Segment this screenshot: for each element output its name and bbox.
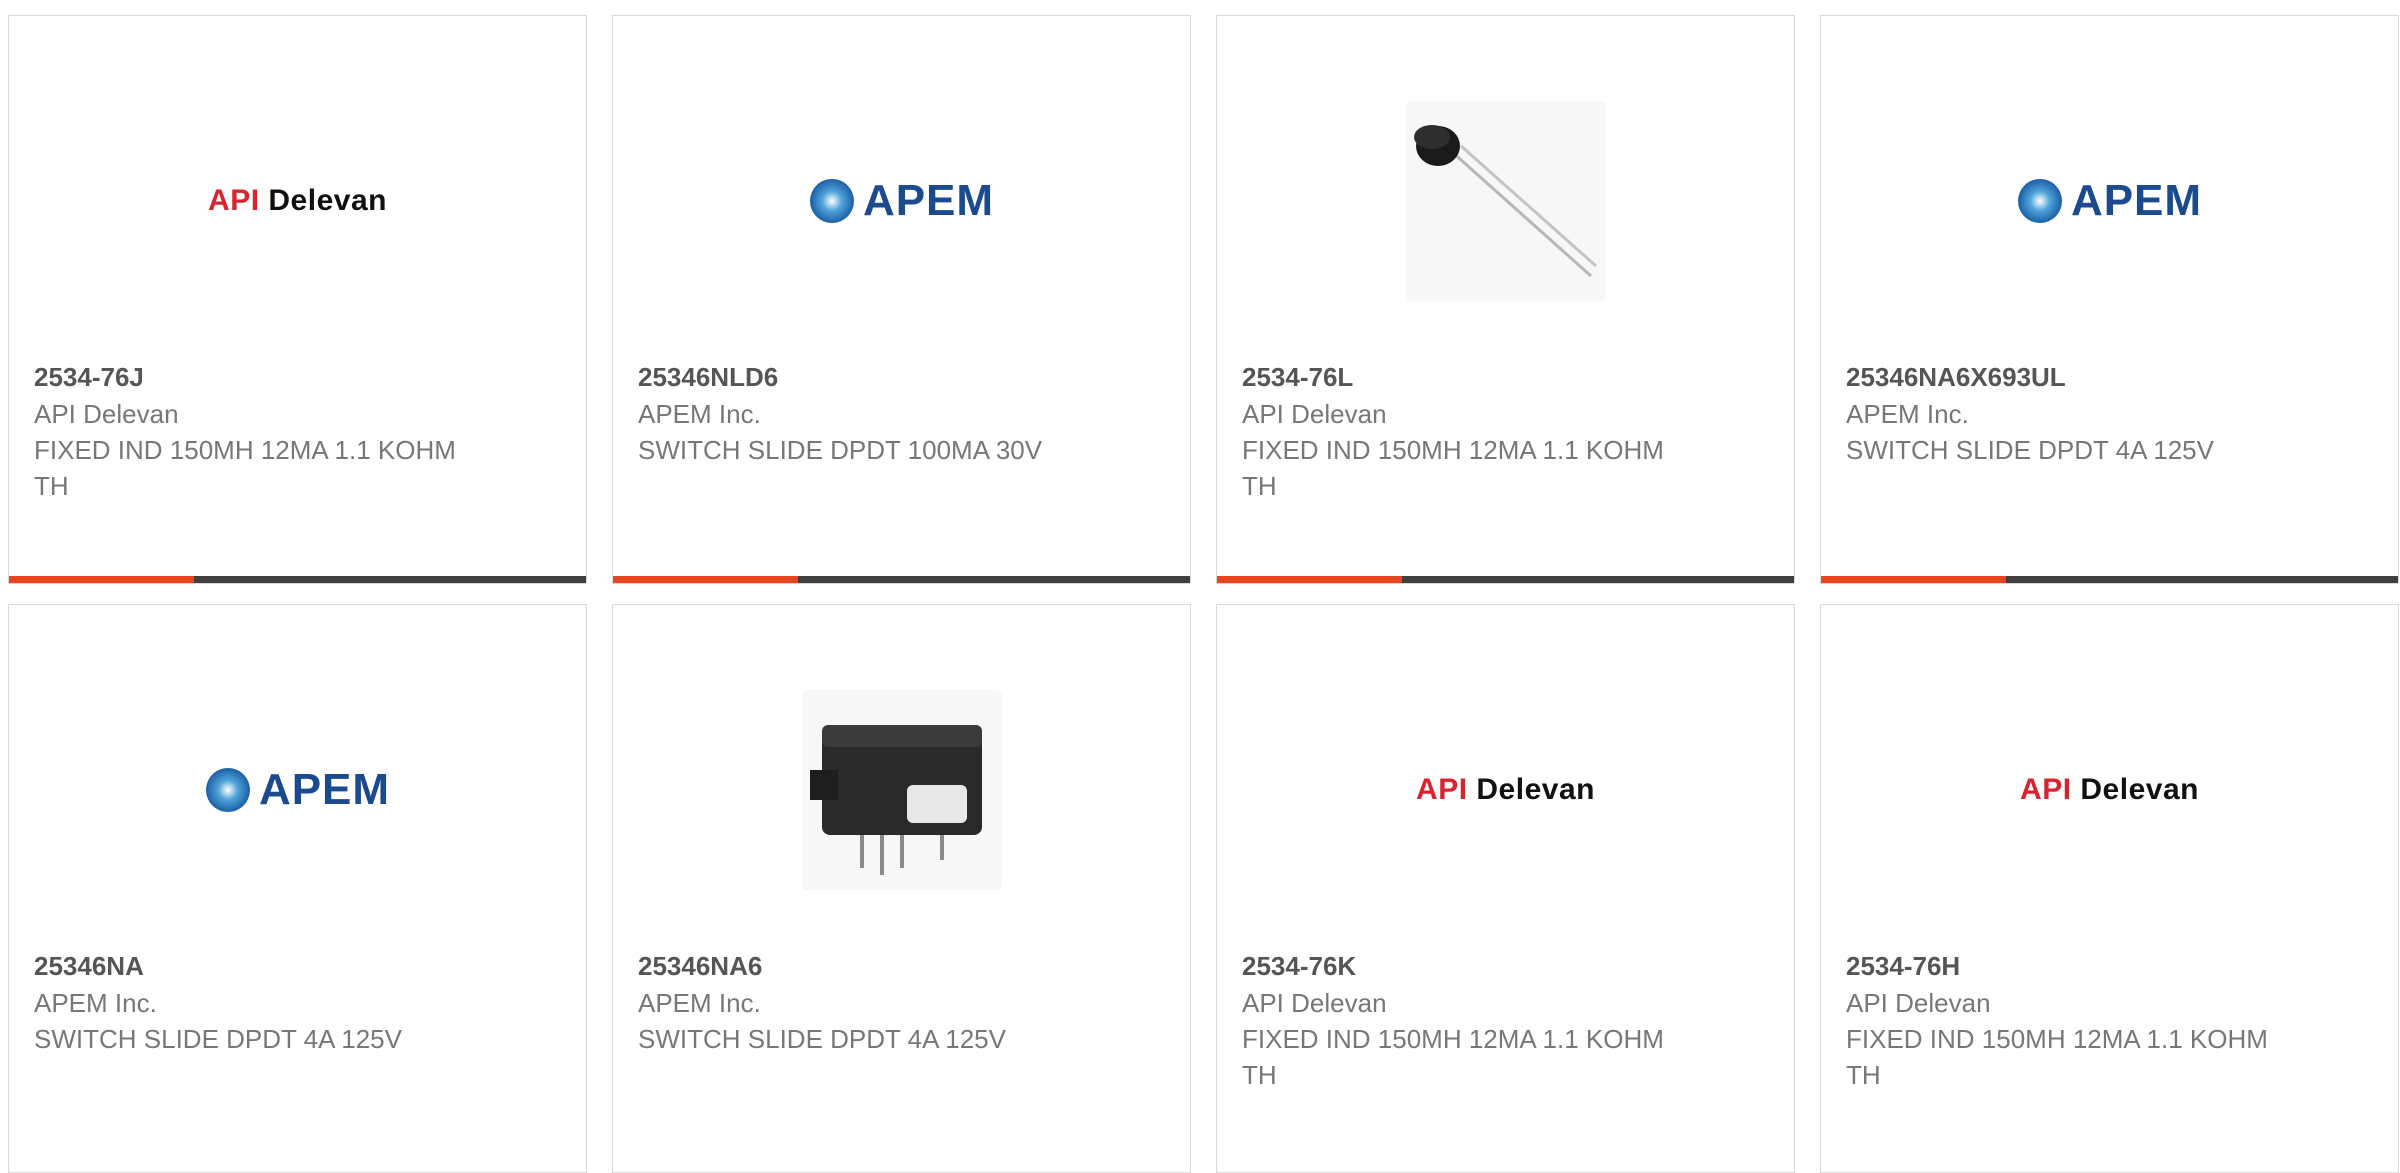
product-info: 25346NA6X693UL APEM Inc. SWITCH SLIDE DP… [1846, 358, 2373, 468]
manufacturer-name: APEM Inc. [638, 988, 761, 1018]
manufacturer-name: API Delevan [1242, 399, 1387, 429]
part-number[interactable]: 2534-76L [1242, 358, 1769, 396]
part-number[interactable]: 2534-76H [1846, 947, 2373, 985]
card-progress-bar [613, 576, 1190, 583]
card-progress-bar [9, 576, 586, 583]
apem-globe-icon [205, 768, 250, 812]
product-image[interactable] [613, 665, 1190, 915]
product-image[interactable] [1217, 76, 1794, 326]
part-number[interactable]: 25346NLD6 [638, 358, 1165, 396]
product-card[interactable]: API Delevan 2534-76K API Delevan FIXED I… [1216, 604, 1795, 1173]
product-card[interactable]: API Delevan 2534-76H API Delevan FIXED I… [1820, 604, 2399, 1173]
product-image[interactable]: APEM [1821, 76, 2398, 326]
product-description: SWITCH SLIDE DPDT 100MA 30V [638, 435, 1043, 465]
api-delevan-logo: API Delevan [2020, 773, 2199, 806]
slide-switch-photo [801, 690, 1002, 890]
product-description: FIXED IND 150MH 12MA 1.1 KOHM TH [1242, 1024, 1664, 1090]
part-number[interactable]: 25346NA6 [638, 947, 1165, 985]
apem-globe-icon [809, 179, 854, 223]
product-card[interactable]: API Delevan 2534-76J API Delevan FIXED I… [8, 15, 587, 584]
api-delevan-logo: API Delevan [208, 184, 387, 217]
card-progress-bar [1821, 576, 2398, 583]
product-image[interactable]: API Delevan [1821, 665, 2398, 915]
product-description: SWITCH SLIDE DPDT 4A 125V [34, 1024, 402, 1054]
product-description: FIXED IND 150MH 12MA 1.1 KOHM TH [34, 435, 456, 501]
part-number[interactable]: 2534-76K [1242, 947, 1769, 985]
product-info: 2534-76L API Delevan FIXED IND 150MH 12M… [1242, 358, 1769, 504]
part-number[interactable]: 25346NA6X693UL [1846, 358, 2373, 396]
apem-logo: APEM [2017, 176, 2202, 226]
apem-globe-icon [2017, 179, 2062, 223]
product-card[interactable]: 2534-76L API Delevan FIXED IND 150MH 12M… [1216, 15, 1795, 584]
product-image[interactable]: APEM [9, 665, 586, 915]
manufacturer-name: API Delevan [1242, 988, 1387, 1018]
part-number[interactable]: 25346NA [34, 947, 561, 985]
product-image[interactable]: API Delevan [9, 76, 586, 326]
product-info: 25346NLD6 APEM Inc. SWITCH SLIDE DPDT 10… [638, 358, 1165, 468]
product-info: 2534-76H API Delevan FIXED IND 150MH 12M… [1846, 947, 2373, 1093]
product-description: FIXED IND 150MH 12MA 1.1 KOHM TH [1846, 1024, 2268, 1090]
card-progress-accent [1821, 576, 2006, 583]
inductor-photo [1405, 101, 1606, 301]
card-progress-accent [9, 576, 194, 583]
product-card[interactable]: 25346NA6 APEM Inc. SWITCH SLIDE DPDT 4A … [612, 604, 1191, 1173]
part-number[interactable]: 2534-76J [34, 358, 561, 396]
api-delevan-logo: API Delevan [1416, 773, 1595, 806]
manufacturer-name: APEM Inc. [1846, 399, 1969, 429]
product-info: 2534-76K API Delevan FIXED IND 150MH 12M… [1242, 947, 1769, 1093]
product-image[interactable]: APEM [613, 76, 1190, 326]
card-progress-bar [1217, 576, 1794, 583]
manufacturer-name: API Delevan [34, 399, 179, 429]
product-description: FIXED IND 150MH 12MA 1.1 KOHM TH [1242, 435, 1664, 501]
product-grid: API Delevan 2534-76J API Delevan FIXED I… [8, 15, 2399, 1173]
product-description: SWITCH SLIDE DPDT 4A 125V [1846, 435, 2214, 465]
product-info: 25346NA6 APEM Inc. SWITCH SLIDE DPDT 4A … [638, 947, 1165, 1057]
manufacturer-name: API Delevan [1846, 988, 1991, 1018]
apem-logo: APEM [205, 765, 390, 815]
product-card[interactable]: APEM 25346NA APEM Inc. SWITCH SLIDE DPDT… [8, 604, 587, 1173]
product-description: SWITCH SLIDE DPDT 4A 125V [638, 1024, 1006, 1054]
manufacturer-name: APEM Inc. [638, 399, 761, 429]
apem-logo: APEM [809, 176, 994, 226]
manufacturer-name: APEM Inc. [34, 988, 157, 1018]
card-progress-accent [1217, 576, 1402, 583]
product-card[interactable]: APEM 25346NA6X693UL APEM Inc. SWITCH SLI… [1820, 15, 2399, 584]
product-image[interactable]: API Delevan [1217, 665, 1794, 915]
card-progress-accent [613, 576, 798, 583]
product-info: 2534-76J API Delevan FIXED IND 150MH 12M… [34, 358, 561, 504]
product-card[interactable]: APEM 25346NLD6 APEM Inc. SWITCH SLIDE DP… [612, 15, 1191, 584]
product-info: 25346NA APEM Inc. SWITCH SLIDE DPDT 4A 1… [34, 947, 561, 1057]
